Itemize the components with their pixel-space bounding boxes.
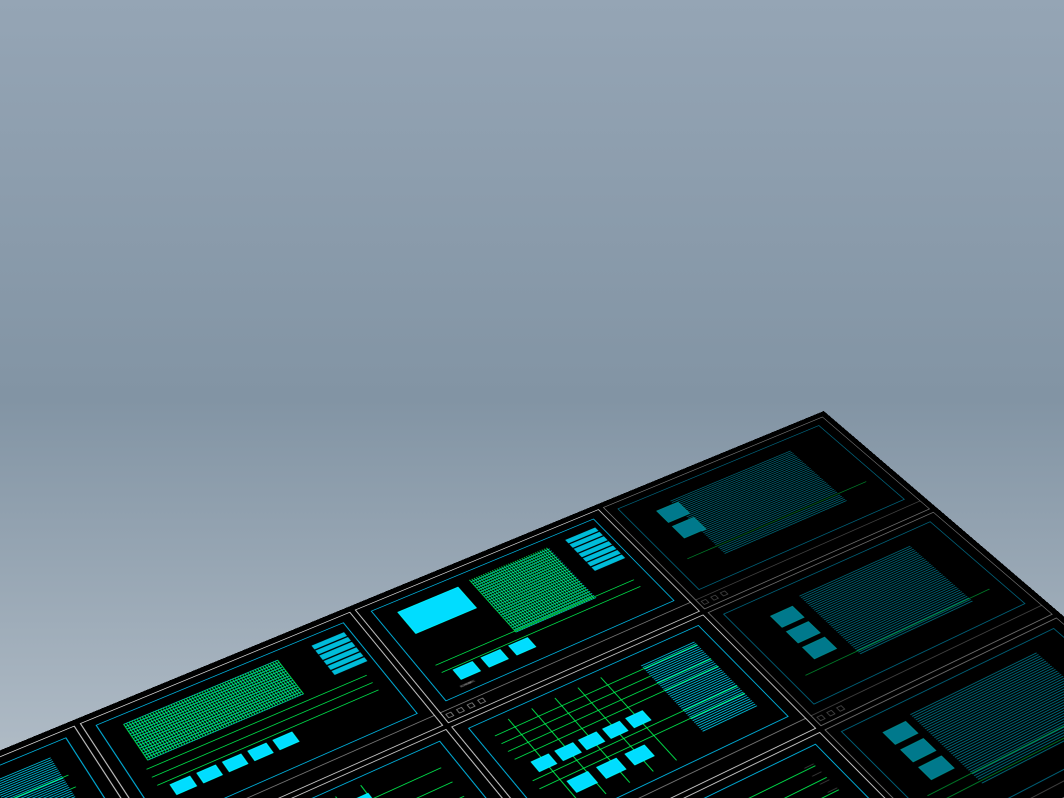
viewport-3d[interactable]: SCHEMATIC SCHEMATIC [0, 0, 1064, 798]
sheet-grid: SCHEMATIC SCHEMATIC [0, 417, 1064, 798]
cad-drawing-plane: SCHEMATIC SCHEMATIC [0, 411, 1064, 798]
sheet-label: SCHEMATIC [460, 680, 476, 688]
